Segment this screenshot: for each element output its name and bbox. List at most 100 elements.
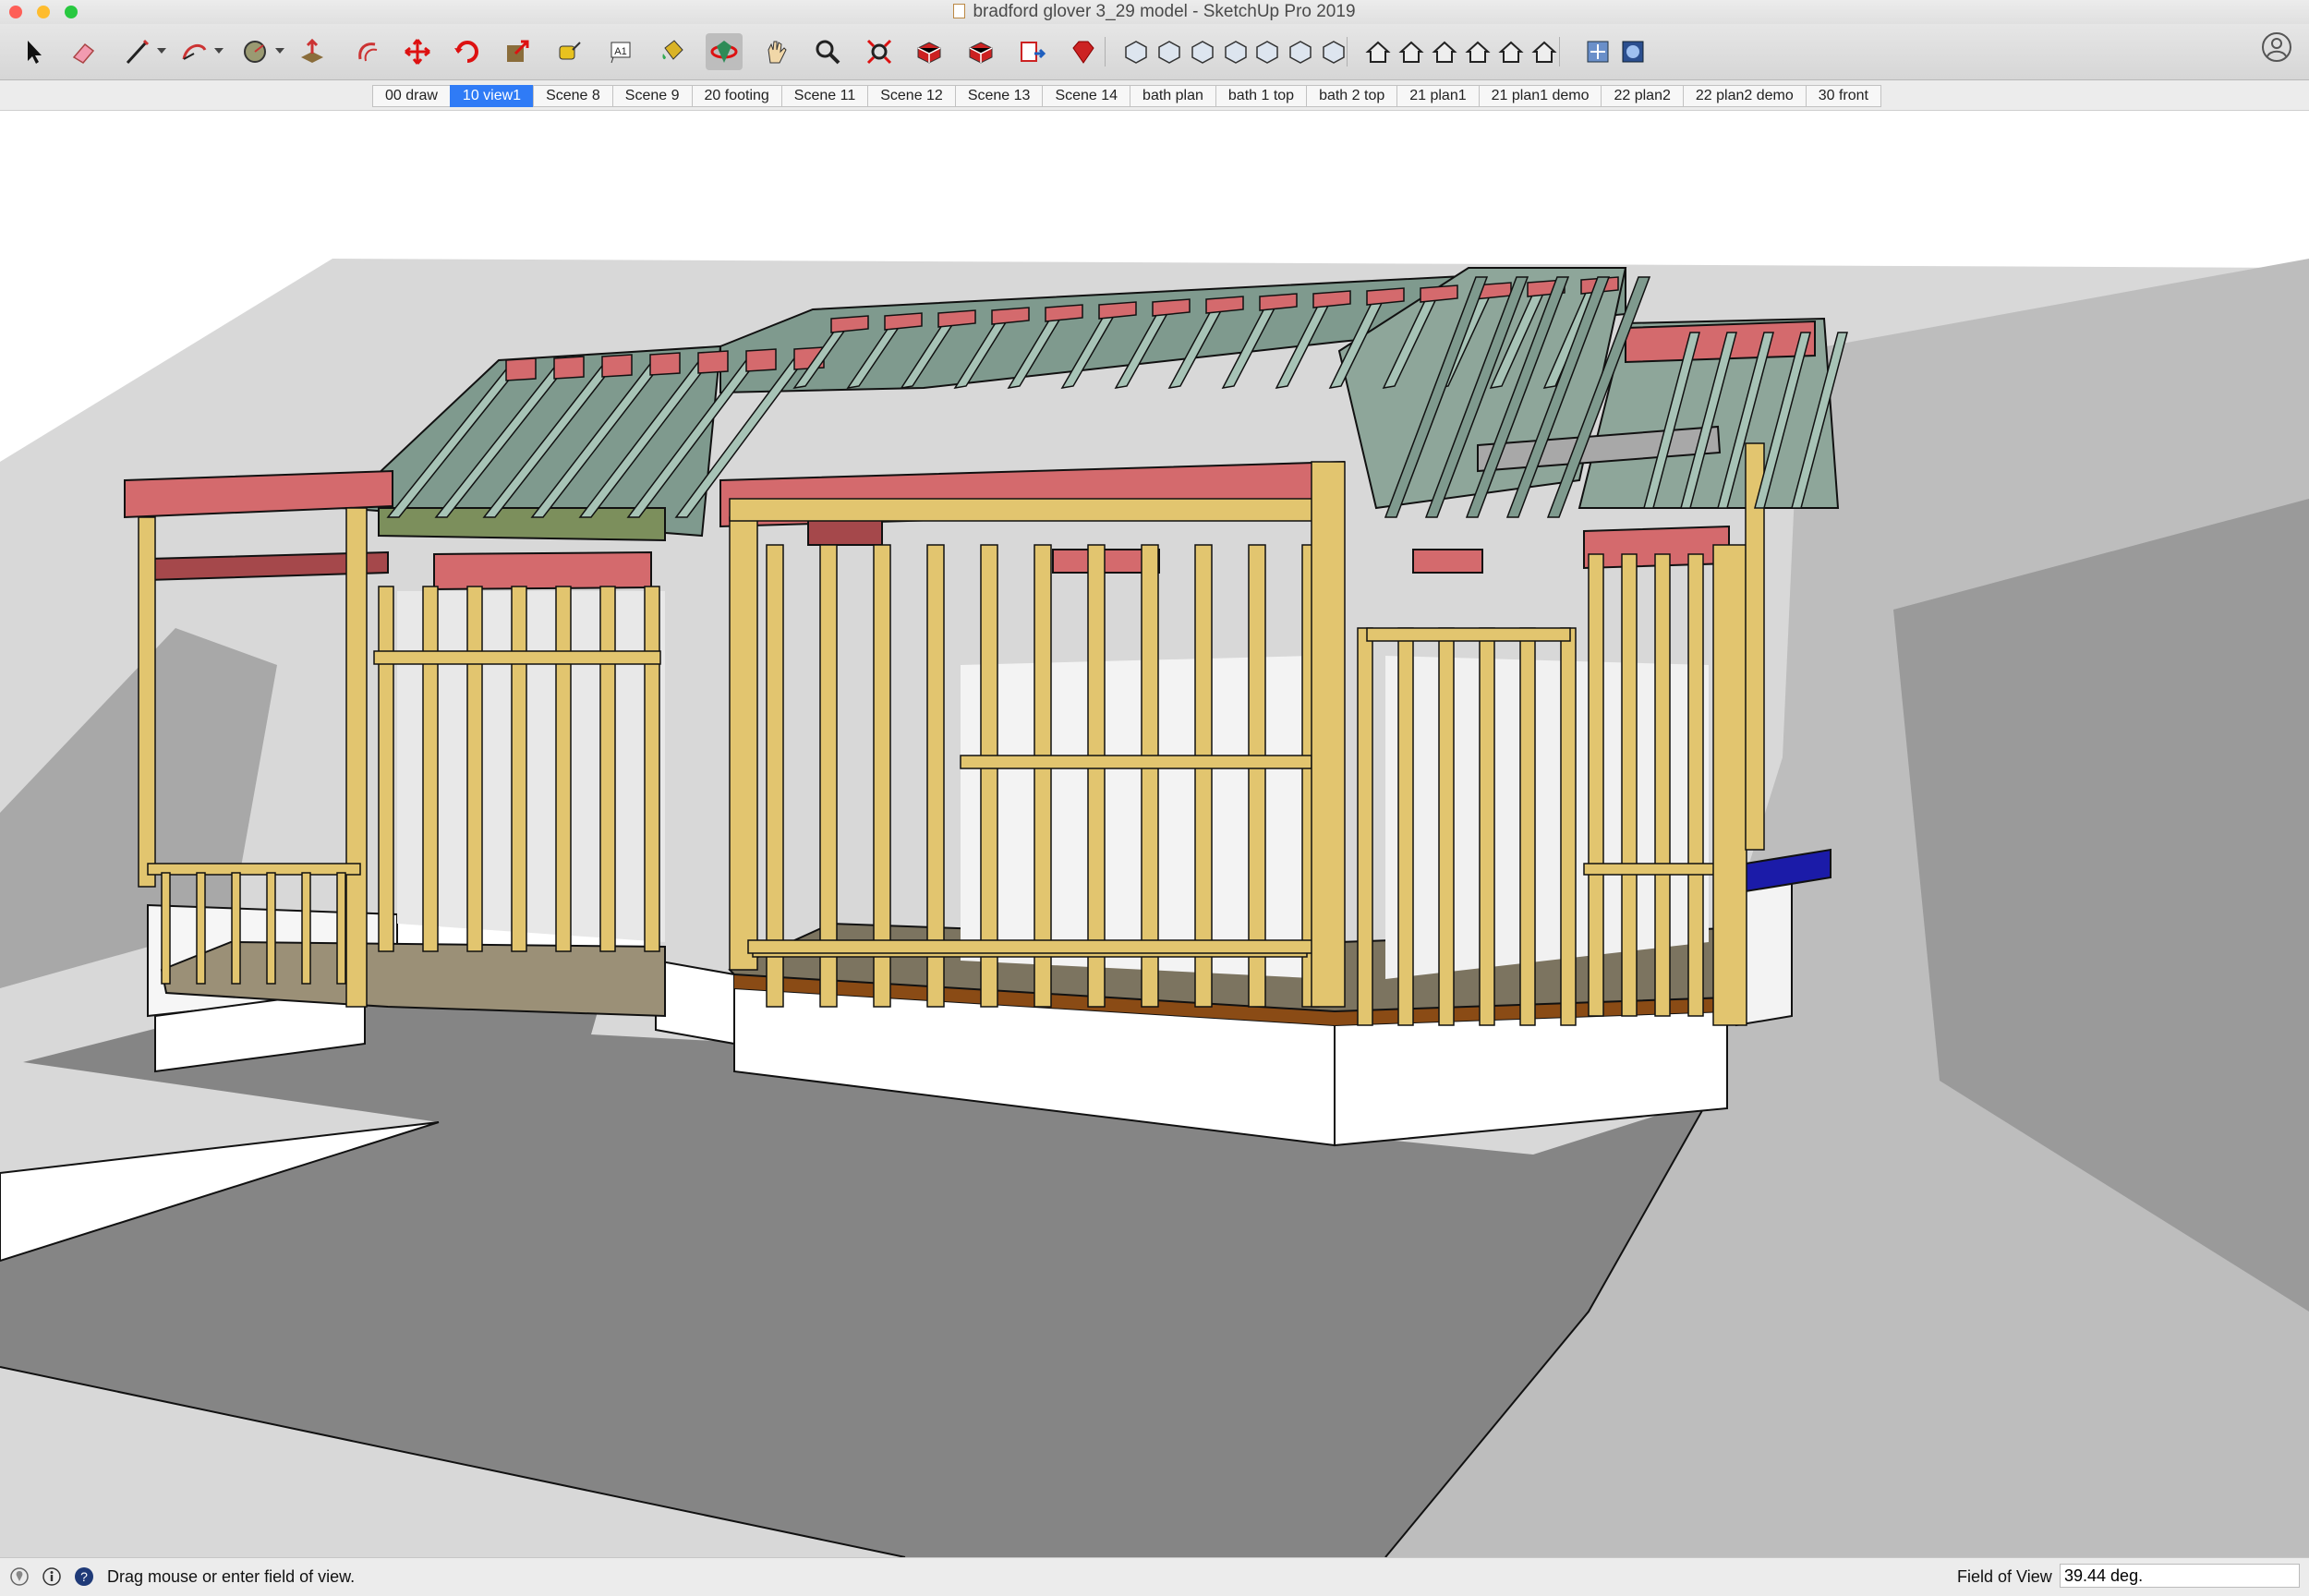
measurements-input[interactable] (2060, 1564, 2300, 1588)
stud-left-wall (466, 586, 483, 952)
scene-tab[interactable]: 00 draw (372, 85, 450, 107)
zoom-tool-icon[interactable] (809, 33, 846, 70)
plate-right-wall (1366, 627, 1571, 642)
shape-tool-icon[interactable] (236, 33, 273, 70)
model-viewport[interactable] (0, 111, 2309, 1557)
right-view-icon[interactable] (1459, 33, 1496, 70)
move-tool-icon[interactable] (399, 33, 436, 70)
tape-measure-tool-icon[interactable] (550, 33, 587, 70)
eraser-tool-icon[interactable] (65, 33, 102, 70)
arc-tool-icon[interactable] (175, 33, 212, 70)
model-drawing (0, 259, 2309, 1557)
scene-tab[interactable]: Scene 8 (533, 85, 612, 107)
close-window-button[interactable] (9, 6, 22, 18)
stud-right-wing (1621, 553, 1638, 1017)
left-view-icon[interactable] (1526, 33, 1563, 70)
dropdown-caret-icon[interactable] (214, 48, 224, 54)
rafter-tail-main (1152, 298, 1191, 317)
svg-text:?: ? (80, 1569, 88, 1584)
stud-right-corner (1712, 544, 1747, 1026)
header-right-top (1625, 320, 1816, 364)
back-edges-style-icon[interactable] (1151, 33, 1188, 70)
geo-location-icon[interactable] (9, 1566, 30, 1587)
front-view-icon[interactable] (1426, 33, 1463, 70)
rafter-tail-left (601, 354, 633, 378)
header-left-wall (433, 550, 652, 591)
offset-tool-icon[interactable] (349, 33, 386, 70)
dropdown-caret-icon[interactable] (157, 48, 166, 54)
status-bar: ? Drag mouse or enter field of view. Fie… (0, 1557, 2309, 1596)
measurements-label: Field of View (1957, 1567, 2052, 1586)
push-pull-tool-icon[interactable] (294, 33, 331, 70)
send-to-layout-icon[interactable] (1014, 33, 1051, 70)
scene-tab[interactable]: Scene 13 (954, 85, 1043, 107)
scene-tab[interactable]: 22 plan2 (1601, 85, 1683, 107)
stud-right-wall (1357, 627, 1373, 1026)
shaded-textures-style-icon[interactable] (1282, 33, 1319, 70)
stud-front-wall (926, 544, 945, 1008)
extension-warehouse-icon[interactable] (962, 33, 999, 70)
pan-tool-icon[interactable] (757, 33, 794, 70)
rafter-tail-left (649, 352, 681, 376)
rafter-tail-main (1205, 296, 1244, 314)
scene-tab[interactable]: 30 front (1805, 85, 1881, 107)
porch-post (138, 516, 156, 888)
3d-warehouse-icon[interactable] (911, 33, 948, 70)
rafter-tail-main (1312, 290, 1351, 308)
scene-tab[interactable]: Scene 9 (611, 85, 692, 107)
scene-tab[interactable]: bath 1 top (1215, 85, 1307, 107)
orbit-tool-icon[interactable] (706, 33, 743, 70)
scale-tool-icon[interactable] (499, 33, 536, 70)
zoom-window-button[interactable] (65, 6, 78, 18)
scene-tab[interactable]: bath plan (1130, 85, 1215, 107)
scene-tab[interactable]: Scene 14 (1042, 85, 1130, 107)
stud-front-wall (1194, 544, 1213, 1008)
foundation-front-left (655, 959, 735, 1046)
scene-tab[interactable]: 21 plan1 (1396, 85, 1479, 107)
back-view-icon[interactable] (1493, 33, 1529, 70)
select-tool-icon[interactable] (17, 33, 54, 70)
scene-tab[interactable]: 20 footing (691, 85, 781, 107)
top-view-icon[interactable] (1393, 33, 1430, 70)
document-icon (953, 3, 966, 18)
rafter-tail-main (1420, 284, 1458, 303)
porch-rail (147, 863, 361, 876)
window-title: bradford glover 3_29 model - SketchUp Pr… (973, 2, 1356, 21)
rotate-tool-icon[interactable] (449, 33, 486, 70)
stud-front-wall (1087, 544, 1106, 1008)
extension-manager-icon[interactable] (1064, 33, 1101, 70)
header-interior-2 (1412, 549, 1483, 574)
wireframe-style-icon[interactable] (1184, 33, 1221, 70)
rafter-tail-main (991, 307, 1030, 325)
shaded-style-icon[interactable] (1249, 33, 1286, 70)
window-header-front (960, 755, 1312, 769)
stud-left-wall (644, 586, 660, 952)
stud-right-wall (1397, 627, 1414, 1026)
scene-tab[interactable]: Scene 11 (780, 85, 868, 107)
scene-tab[interactable]: 21 plan1 demo (1478, 85, 1602, 107)
section-plane-icon[interactable] (1579, 33, 1616, 70)
dropdown-caret-icon[interactable] (275, 48, 284, 54)
scene-tab[interactable]: 10 view1 (449, 85, 534, 107)
plate-right-wing (1583, 863, 1733, 876)
text-tool-icon[interactable]: A1 (602, 33, 639, 70)
toolbar-separator (1347, 37, 1348, 66)
stud-right-wall (1438, 627, 1455, 1026)
xray-style-icon[interactable] (1118, 33, 1154, 70)
iso-view-icon[interactable] (1360, 33, 1396, 70)
porch-baluster (336, 872, 346, 985)
credits-icon[interactable] (42, 1566, 62, 1587)
main-toolbar: A1 (0, 24, 2309, 80)
line-tool-icon[interactable] (118, 33, 155, 70)
account-icon[interactable] (2261, 31, 2292, 63)
scene-tab[interactable]: Scene 12 (867, 85, 955, 107)
zoom-extents-tool-icon[interactable] (861, 33, 898, 70)
minimize-window-button[interactable] (37, 6, 50, 18)
display-section-icon[interactable] (1614, 33, 1651, 70)
porch-post (345, 507, 368, 1008)
paint-bucket-tool-icon[interactable] (654, 33, 691, 70)
plate-left-wall (373, 650, 661, 665)
scene-tab[interactable]: 22 plan2 demo (1682, 85, 1806, 107)
instructor-help-icon[interactable]: ? (74, 1566, 94, 1587)
scene-tab[interactable]: bath 2 top (1306, 85, 1397, 107)
